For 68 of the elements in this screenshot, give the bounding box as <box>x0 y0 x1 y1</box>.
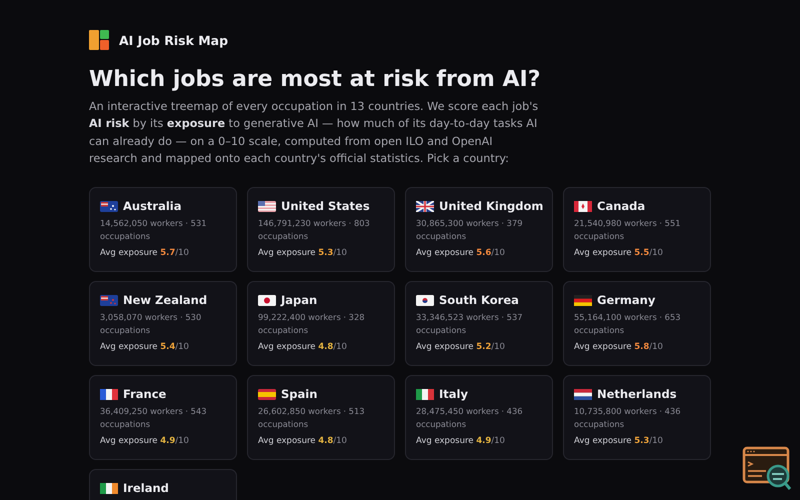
logo-icon <box>89 30 109 50</box>
worker-stats: 14,562,050 workers · 531 occupations <box>100 217 208 244</box>
worker-stats: 55,164,100 workers · 653 occupations <box>574 311 682 338</box>
exposure-text: Avg exposure 5.8/10 <box>574 342 664 352</box>
exposure-text: Avg exposure 5.3/10 <box>574 436 664 446</box>
worker-stats: 3,058,070 workers · 530 occupations <box>100 311 202 338</box>
country-card[interactable]: New Zealand 3,058,070 workers · 530 occupations Avg exposure 5.4/10 <box>89 281 237 366</box>
app-title: AI Job Risk Map <box>119 32 228 48</box>
worker-stats: 36,409,250 workers · 543 occupations <box>100 405 208 432</box>
worker-stats: 33,346,523 workers · 537 occupations <box>416 311 524 338</box>
country-name: New Zealand <box>123 293 208 308</box>
flag-icon <box>574 200 592 212</box>
flag-icon <box>100 482 118 494</box>
flag-icon <box>574 294 592 306</box>
intro-paragraph: An interactive treemap of every occupation in 13 countries. We score each job's AI risk by its exposure to generative AI — how much of its day-to-day tasks AI can already do — on a 0–10 scale, computed from open ILO and OpenAI research and mapped onto each country's official statistics. Pick a country: <box>89 99 540 167</box>
country-card[interactable]: France 36,409,250 workers · 543 occupations Avg exposure 4.9/10 <box>89 375 237 460</box>
worker-stats: 26,602,850 workers · 513 occupations <box>258 405 366 432</box>
flag-icon <box>258 388 276 400</box>
flag-icon <box>100 200 118 212</box>
country-card[interactable]: Canada 21,540,980 workers · 551 occupations Avg exposure 5.5/10 <box>563 187 711 272</box>
flag-icon <box>258 294 276 306</box>
country-name: Spain <box>281 387 318 402</box>
country-card[interactable]: United Kingdom 30,865,300 workers · 379 occupations Avg exposure 5.6/10 <box>405 187 553 272</box>
country-name: Germany <box>597 293 656 308</box>
country-card[interactable]: Italy 28,475,450 workers · 436 occupations Avg exposure 4.9/10 <box>405 375 553 460</box>
country-name: Netherlands <box>597 387 677 402</box>
exposure-text: Avg exposure 5.5/10 <box>574 248 664 258</box>
worker-stats: 146,791,230 workers · 803 occupations <box>258 217 371 244</box>
country-card[interactable]: Japan 99,222,400 workers · 328 occupations Avg exposure 4.8/10 <box>247 281 395 366</box>
flag-icon <box>574 388 592 400</box>
worker-stats: 28,475,450 workers · 436 occupations <box>416 405 524 432</box>
country-card[interactable]: Ireland <box>89 469 237 500</box>
flag-icon <box>258 200 276 212</box>
worker-stats: 99,222,400 workers · 328 occupations <box>258 311 366 338</box>
exposure-text: Avg exposure 4.9/10 <box>100 436 190 446</box>
flag-icon <box>416 388 434 400</box>
country-name: Ireland <box>123 481 169 496</box>
country-card[interactable]: South Korea 33,346,523 workers · 537 occupations Avg exposure 5.2/10 <box>405 281 553 366</box>
exposure-text: Avg exposure 5.6/10 <box>416 248 506 258</box>
country-name: Japan <box>281 293 318 308</box>
exposure-text: Avg exposure 5.7/10 <box>100 248 190 258</box>
country-card[interactable]: Spain 26,602,850 workers · 513 occupations Avg exposure 4.8/10 <box>247 375 395 460</box>
flag-icon <box>100 294 118 306</box>
flag-icon <box>416 200 434 212</box>
country-name: United Kingdom <box>439 199 544 214</box>
country-name: Australia <box>123 199 182 214</box>
flag-icon <box>416 294 434 306</box>
worker-stats: 10,735,800 workers · 436 occupations <box>574 405 682 432</box>
exposure-text: Avg exposure 4.8/10 <box>258 436 348 446</box>
country-card[interactable]: Germany 55,164,100 workers · 653 occupations Avg exposure 5.8/10 <box>563 281 711 366</box>
exposure-text: Avg exposure 5.2/10 <box>416 342 506 352</box>
terminal-search-icon[interactable] <box>742 446 792 492</box>
country-name: Italy <box>439 387 468 402</box>
country-name: France <box>123 387 166 402</box>
exposure-text: Avg exposure 4.9/10 <box>416 436 506 446</box>
worker-stats: 21,540,980 workers · 551 occupations <box>574 217 682 244</box>
country-card[interactable]: Australia 14,562,050 workers · 531 occupations Avg exposure 5.7/10 <box>89 187 237 272</box>
country-card[interactable]: Netherlands 10,735,800 workers · 436 occupations Avg exposure 5.3/10 <box>563 375 711 460</box>
country-card[interactable]: United States 146,791,230 workers · 803 occupations Avg exposure 5.3/10 <box>247 187 395 272</box>
exposure-text: Avg exposure 5.3/10 <box>258 248 348 258</box>
exposure-text: Avg exposure 5.4/10 <box>100 342 190 352</box>
worker-stats: 30,865,300 workers · 379 occupations <box>416 217 524 244</box>
page-heading: Which jobs are most at risk from AI? <box>89 66 542 94</box>
exposure-text: Avg exposure 4.8/10 <box>258 342 348 352</box>
country-name: South Korea <box>439 293 519 308</box>
country-name: United States <box>281 199 370 214</box>
country-name: Canada <box>597 199 646 214</box>
flag-icon <box>100 388 118 400</box>
